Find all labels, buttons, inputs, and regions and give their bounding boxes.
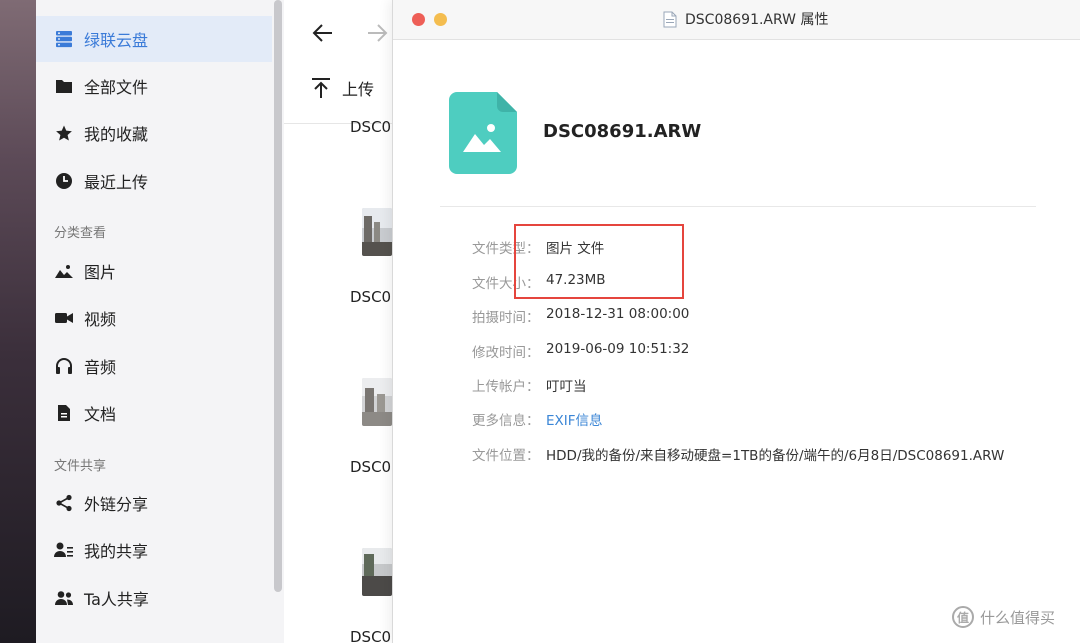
sidebar-item-label: 视频 xyxy=(84,310,117,329)
upload-label: 上传 xyxy=(342,80,375,99)
desktop-background xyxy=(0,0,36,643)
sidebar-scrollbar-thumb[interactable] xyxy=(274,0,282,592)
sidebar-item-label: 我的收藏 xyxy=(84,125,149,144)
sidebar: 绿联云盘 全部文件 我的收藏 最近上传 分类查看 图片 视频 音频 文档 文件共… xyxy=(36,0,272,643)
file-thumbnail[interactable] xyxy=(362,548,392,596)
watermark-text: 什么值得买 xyxy=(980,608,1056,627)
property-label: 更多信息： xyxy=(472,413,540,429)
sidebar-item-videos[interactable]: 视频 xyxy=(36,295,272,341)
headphones-icon xyxy=(54,356,74,376)
file-name[interactable]: DSC0 xyxy=(350,628,394,643)
star-icon xyxy=(54,123,74,143)
clock-icon xyxy=(54,171,74,191)
sidebar-item-my-share[interactable]: 我的共享 xyxy=(36,527,272,573)
sidebar-item-images[interactable]: 图片 xyxy=(36,248,272,294)
sidebar-item-label: 最近上传 xyxy=(84,173,149,192)
property-label: 修改时间： xyxy=(472,345,540,361)
property-value: 2019-06-09 10:51:32 xyxy=(546,341,690,357)
image-icon xyxy=(54,261,74,281)
document-icon xyxy=(663,11,677,27)
back-arrow-icon[interactable] xyxy=(310,20,336,46)
close-button[interactable] xyxy=(412,13,425,26)
file-name[interactable]: DSC0 xyxy=(350,288,394,306)
file-list-area: 上传 DSC0 DSC0 DSC0 DSC0 xyxy=(284,0,394,643)
upload-button[interactable]: 上传 xyxy=(312,76,374,100)
document-icon xyxy=(54,403,74,423)
sidebar-item-all-files[interactable]: 全部文件 xyxy=(36,63,272,109)
file-thumbnail[interactable] xyxy=(362,378,392,426)
sidebar-item-label: 音频 xyxy=(84,358,117,377)
property-capture-time: 拍摄时间： 2018-12-31 08:00:00 xyxy=(472,306,689,326)
file-name[interactable]: DSC0 xyxy=(350,458,394,476)
window-titlebar: DSC08691.ARW 属性 xyxy=(393,0,1080,40)
file-thumbnail[interactable] xyxy=(362,208,392,256)
sidebar-item-label: 我的共享 xyxy=(84,542,149,561)
users-icon xyxy=(54,588,74,608)
highlight-annotation-box xyxy=(514,224,684,299)
sidebar-item-recent-uploads[interactable]: 最近上传 xyxy=(36,158,272,204)
file-name-heading: DSC08691.ARW xyxy=(543,121,702,142)
sidebar-item-label: 外链分享 xyxy=(84,495,149,514)
watermark-logo: 值 xyxy=(952,606,974,628)
minimize-button[interactable] xyxy=(434,13,447,26)
property-label: 上传帐户： xyxy=(472,379,540,395)
section-label-share: 文件共享 xyxy=(54,459,107,474)
property-upload-account: 上传帐户： 叮叮当 xyxy=(472,375,587,395)
sidebar-item-label: Ta人共享 xyxy=(84,590,149,609)
property-value: 叮叮当 xyxy=(546,379,587,395)
sidebar-item-label: 绿联云盘 xyxy=(84,31,149,50)
share-icon xyxy=(54,493,74,513)
sidebar-item-ugreen-cloud[interactable]: 绿联云盘 xyxy=(36,16,272,62)
properties-window: DSC08691.ARW 属性 DSC08691.ARW 文件类型： 图片 文件… xyxy=(392,0,1080,643)
watermark: 值 什么值得买 xyxy=(952,606,1055,628)
video-icon xyxy=(54,308,74,328)
property-file-location: 文件位置： HDD/我的备份/来自移动硬盘=1TB的备份/端午的/6月8日/DS… xyxy=(472,444,1004,464)
property-more-info: 更多信息： EXIF信息 xyxy=(472,409,603,429)
window-title: DSC08691.ARW 属性 xyxy=(663,9,828,29)
exif-info-link[interactable]: EXIF信息 xyxy=(546,409,603,429)
sidebar-item-favorites[interactable]: 我的收藏 xyxy=(36,110,272,156)
section-label-category: 分类查看 xyxy=(54,226,107,241)
sidebar-item-label: 全部文件 xyxy=(84,78,149,97)
file-name[interactable]: DSC0 xyxy=(350,118,394,136)
sidebar-item-label: 文档 xyxy=(84,405,117,424)
property-value: HDD/我的备份/来自移动硬盘=1TB的备份/端午的/6月8日/DSC08691… xyxy=(546,448,1005,464)
sidebar-item-label: 图片 xyxy=(84,263,117,282)
window-title-text: DSC08691.ARW 属性 xyxy=(685,12,829,28)
property-modified-time: 修改时间： 2019-06-09 10:51:32 xyxy=(472,341,689,361)
window-divider xyxy=(440,206,1036,207)
sidebar-item-others-share[interactable]: Ta人共享 xyxy=(36,575,272,621)
sidebar-item-link-share[interactable]: 外链分享 xyxy=(36,480,272,526)
sidebar-item-audio[interactable]: 音频 xyxy=(36,343,272,389)
storage-icon xyxy=(54,29,74,49)
property-value: 2018-12-31 08:00:00 xyxy=(546,306,690,322)
property-label: 文件位置： xyxy=(472,448,540,464)
user-share-icon xyxy=(54,540,74,560)
image-file-icon xyxy=(449,92,517,174)
upload-icon xyxy=(312,78,330,98)
folder-icon xyxy=(54,76,74,96)
forward-arrow-icon[interactable] xyxy=(364,20,390,46)
sidebar-item-documents[interactable]: 文档 xyxy=(36,390,272,436)
property-label: 拍摄时间： xyxy=(472,310,540,326)
